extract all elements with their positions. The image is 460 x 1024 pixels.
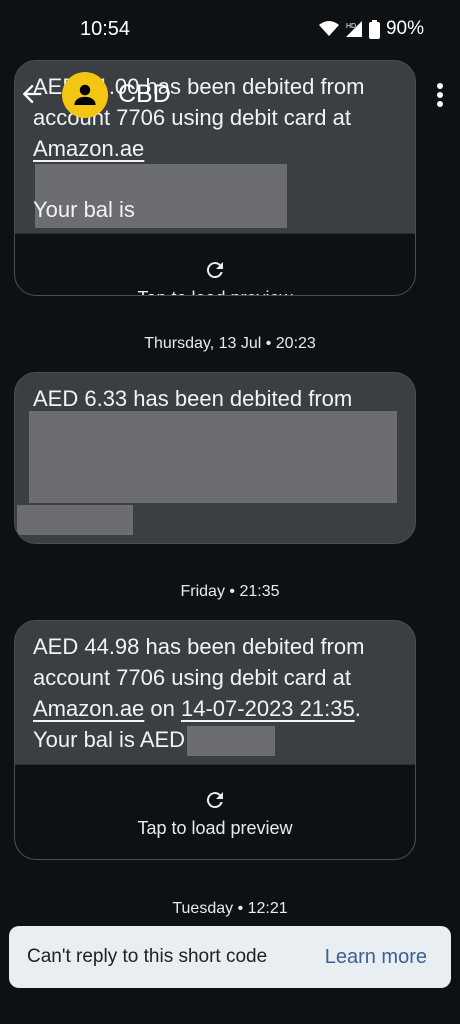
redacted-block xyxy=(187,726,276,757)
contact-name[interactable]: CBD xyxy=(118,80,171,109)
snackbar-message: Can't reply to this short code xyxy=(27,946,268,967)
snackbar: Can't reply to this short code Learn mor… xyxy=(9,926,451,988)
amazon-link[interactable]: Amazon.ae xyxy=(33,696,144,721)
hd-signal-icon: HD xyxy=(345,21,362,37)
date-divider: Thursday, 13 Jul • 20:23 xyxy=(144,335,316,352)
battery-percentage: 90% xyxy=(385,18,424,39)
message-bubble[interactable]: AED 44.98 has been debited from account … xyxy=(14,620,416,860)
amazon-link[interactable]: Amazon.ae xyxy=(33,136,144,161)
battery-icon xyxy=(368,19,380,39)
status-icons: HD 90% xyxy=(318,18,424,40)
learn-more-button[interactable]: Learn more xyxy=(325,946,427,969)
date-divider: Tuesday • 12:21 xyxy=(172,900,288,917)
status-bar: 10:54 HD 90% xyxy=(0,0,460,56)
datetime-link[interactable]: 14-07-2023 21:35 xyxy=(181,696,355,721)
refresh-icon xyxy=(206,261,223,278)
message-bubble[interactable]: AED 6.33 has been debited from xyxy=(14,372,416,544)
svg-text:HD: HD xyxy=(346,23,356,30)
redacted-block xyxy=(29,411,397,503)
message-text: AED 44.98 has been debited from account … xyxy=(15,621,415,764)
avatar[interactable] xyxy=(62,72,108,118)
conversation-header: CBD xyxy=(0,56,460,134)
back-arrow-icon[interactable] xyxy=(18,80,46,108)
link-preview[interactable]: Tap to load preview xyxy=(15,764,415,859)
redacted-block xyxy=(17,505,133,535)
more-options-icon[interactable] xyxy=(436,82,444,108)
date-divider: Friday • 21:35 xyxy=(180,583,280,600)
clock: 10:54 xyxy=(80,18,131,40)
person-icon xyxy=(74,84,96,105)
wifi-icon xyxy=(318,21,339,36)
link-preview[interactable]: Tap to load preview xyxy=(15,233,415,295)
refresh-icon xyxy=(206,791,223,808)
